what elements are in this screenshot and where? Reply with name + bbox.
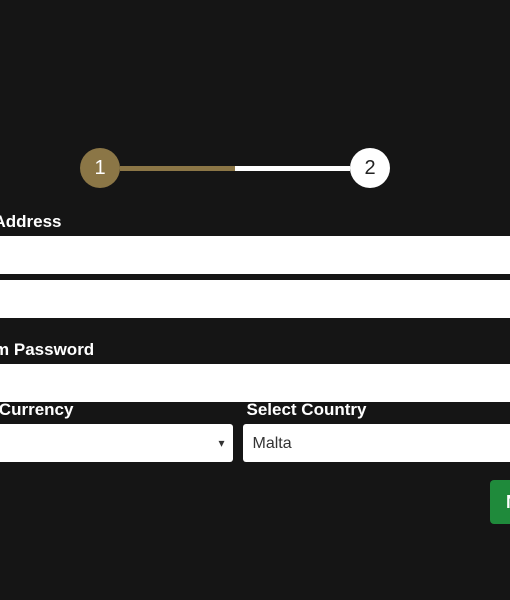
confirm-password-label: Confirm Password: [0, 340, 510, 360]
step-line-empty: [235, 166, 350, 171]
step-1-number: 1: [94, 157, 105, 180]
step-line-filled: [120, 166, 235, 171]
email-label: Email Address: [0, 212, 510, 232]
next-button-label: NEXT: [506, 492, 510, 512]
currency-label: Select Currency: [0, 400, 233, 420]
confirm-password-input[interactable]: [0, 364, 510, 402]
step-2-number: 2: [364, 157, 375, 180]
step-1-circle: 1: [80, 148, 120, 188]
password-input[interactable]: [0, 280, 510, 318]
country-label: Select Country: [243, 400, 510, 420]
step-2-circle: 2: [350, 148, 390, 188]
country-select[interactable]: Malta: [243, 424, 510, 462]
step-indicator: 1 2: [80, 148, 390, 188]
next-button[interactable]: NEXT: [490, 480, 510, 524]
currency-select[interactable]: Euro: [0, 424, 233, 462]
email-input[interactable]: [0, 236, 510, 274]
